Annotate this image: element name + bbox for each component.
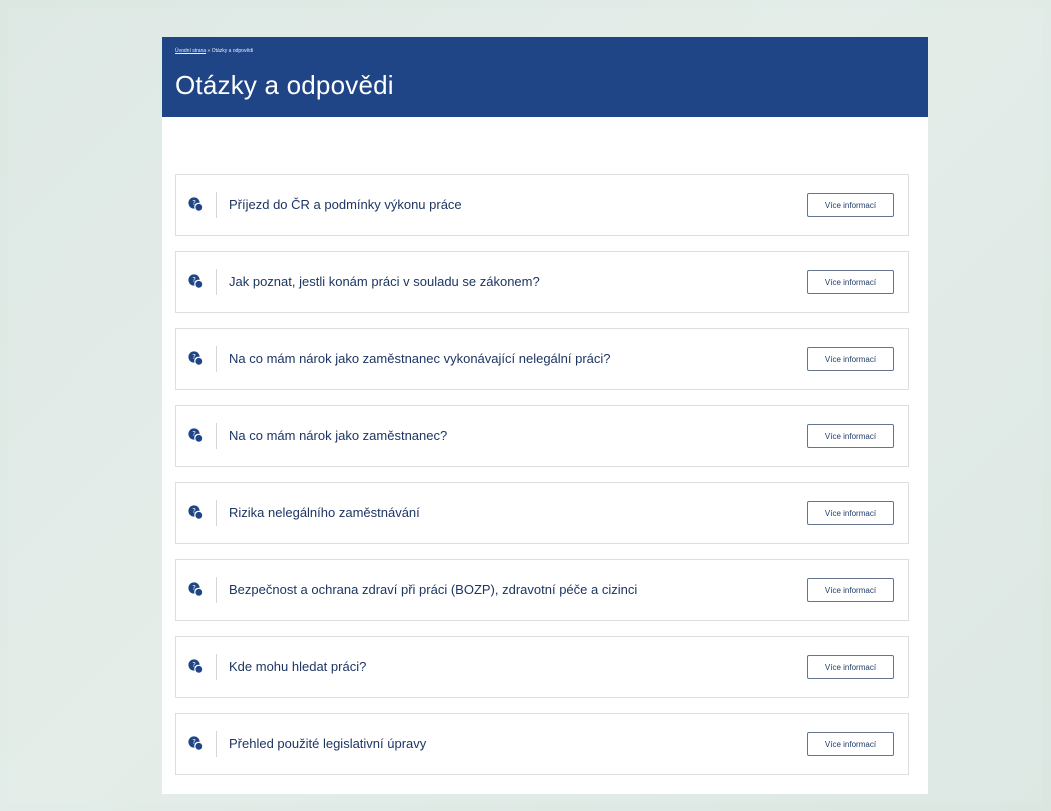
- breadcrumb-current: Otázky a odpovědi: [211, 48, 254, 54]
- question-chat-icon: ?: [176, 329, 216, 389]
- faq-item-label: Rizika nelegálního zaměstnávání: [229, 505, 420, 520]
- content-card: Úvodní strana » Otázky a odpovědi Otázky…: [162, 37, 928, 794]
- faq-item-legislation-overview: ? Přehled použité legislativní úpravy Ví…: [175, 713, 909, 775]
- more-info-button[interactable]: Více informací: [807, 578, 894, 602]
- svg-text:?: ?: [192, 276, 196, 284]
- faq-item-job-search: ? Kde mohu hledat práci? Více informací: [175, 636, 909, 698]
- svg-text:?: ?: [192, 430, 196, 438]
- svg-text:?: ?: [192, 661, 196, 669]
- faq-list: ? Příjezd do ČR a podmínky výkonu práce …: [175, 174, 909, 790]
- faq-item-label: Přehled použité legislativní úpravy: [229, 736, 427, 751]
- more-info-button[interactable]: Více informací: [807, 270, 894, 294]
- page-header: Úvodní strana » Otázky a odpovědi Otázky…: [162, 37, 928, 117]
- more-info-button[interactable]: Více informací: [807, 347, 894, 371]
- svg-text:?: ?: [192, 199, 196, 207]
- question-chat-icon: ?: [176, 175, 216, 235]
- question-chat-icon: ?: [176, 406, 216, 466]
- question-chat-icon: ?: [176, 560, 216, 620]
- question-chat-icon: ?: [176, 637, 216, 697]
- item-divider: [216, 500, 217, 526]
- item-divider: [216, 269, 217, 295]
- faq-item-label: Bezpečnost a ochrana zdraví při práci (B…: [229, 582, 638, 597]
- question-chat-icon: ?: [176, 714, 216, 774]
- breadcrumb: Úvodní strana » Otázky a odpovědi: [175, 48, 253, 54]
- faq-item-illegal-work-rights: ? Na co mám nárok jako zaměstnanec vykon…: [175, 328, 909, 390]
- item-divider: [216, 192, 217, 218]
- item-divider: [216, 423, 217, 449]
- svg-text:?: ?: [192, 584, 196, 592]
- faq-item-illegal-employment-risks: ? Rizika nelegálního zaměstnávání Více i…: [175, 482, 909, 544]
- item-divider: [216, 654, 217, 680]
- more-info-button[interactable]: Více informací: [807, 193, 894, 217]
- more-info-button[interactable]: Více informací: [807, 732, 894, 756]
- more-info-button[interactable]: Více informací: [807, 501, 894, 525]
- faq-item-label: Příjezd do ČR a podmínky výkonu práce: [229, 197, 462, 212]
- faq-item-arrival: ? Příjezd do ČR a podmínky výkonu práce …: [175, 174, 909, 236]
- faq-item-label: Jak poznat, jestli konám práci v souladu…: [229, 274, 540, 289]
- faq-item-label: Na co mám nárok jako zaměstnanec?: [229, 428, 448, 443]
- faq-item-legal-work-check: ? Jak poznat, jestli konám práci v soula…: [175, 251, 909, 313]
- item-divider: [216, 731, 217, 757]
- question-chat-icon: ?: [176, 252, 216, 312]
- svg-text:?: ?: [192, 353, 196, 361]
- item-divider: [216, 346, 217, 372]
- question-chat-icon: ?: [176, 483, 216, 543]
- svg-text:?: ?: [192, 738, 196, 746]
- more-info-button[interactable]: Více informací: [807, 424, 894, 448]
- more-info-button[interactable]: Více informací: [807, 655, 894, 679]
- faq-item-bozp-healthcare: ? Bezpečnost a ochrana zdraví při práci …: [175, 559, 909, 621]
- breadcrumb-home-link[interactable]: Úvodní strana: [175, 48, 206, 54]
- faq-item-employee-rights: ? Na co mám nárok jako zaměstnanec? Více…: [175, 405, 909, 467]
- faq-item-label: Na co mám nárok jako zaměstnanec vykonáv…: [229, 351, 611, 366]
- page-title: Otázky a odpovědi: [175, 70, 394, 100]
- faq-item-label: Kde mohu hledat práci?: [229, 659, 367, 674]
- svg-text:?: ?: [192, 507, 196, 515]
- item-divider: [216, 577, 217, 603]
- breadcrumb-separator: »: [207, 48, 211, 54]
